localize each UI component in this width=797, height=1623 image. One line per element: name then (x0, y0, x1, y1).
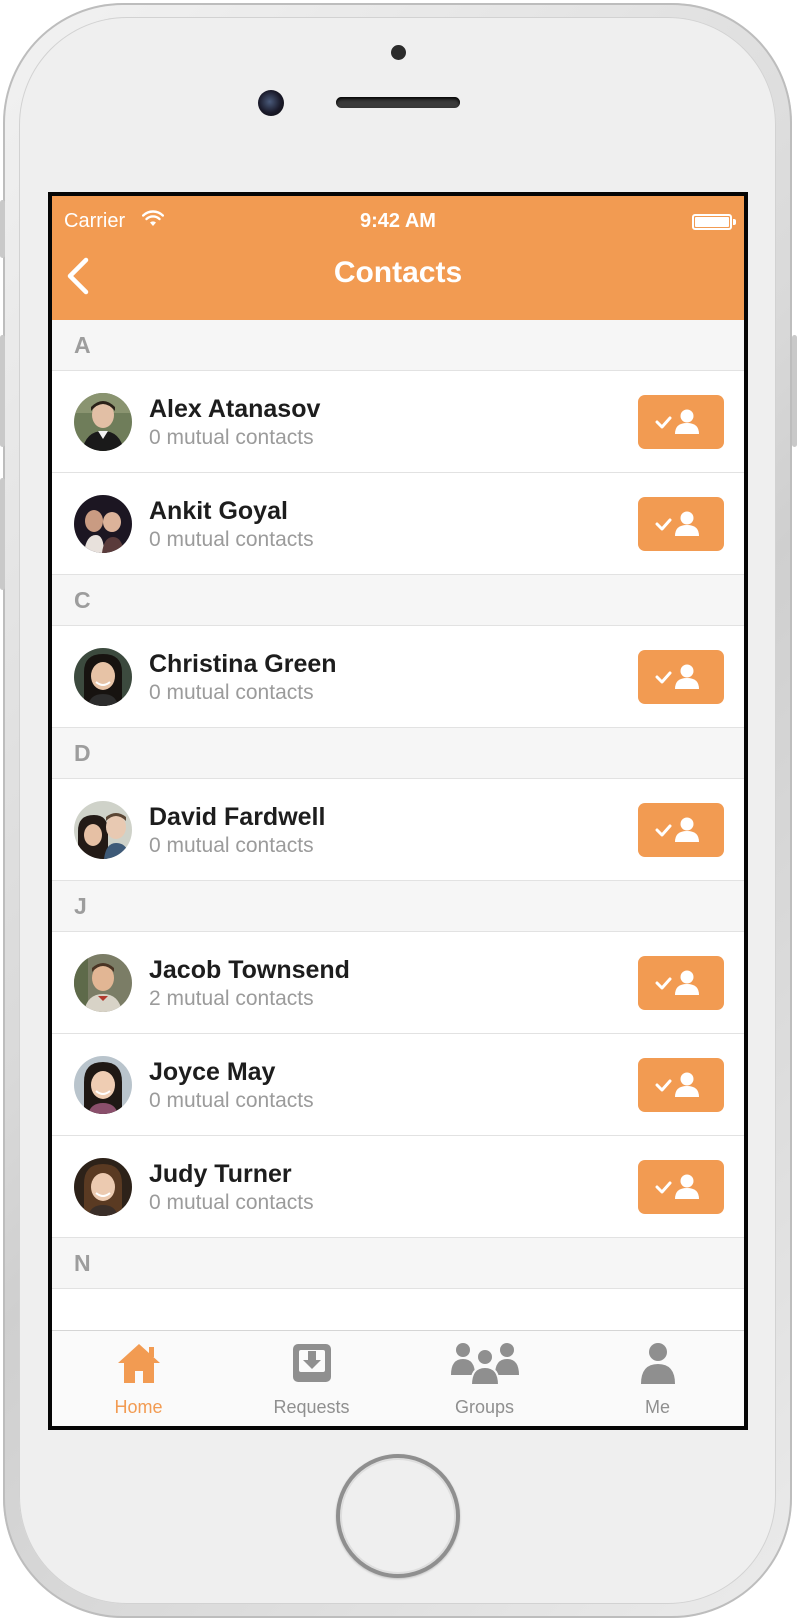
accept-contact-button[interactable] (638, 803, 724, 857)
check-person-icon (655, 664, 699, 689)
mutual-contacts-count: 0 mutual contacts (149, 426, 314, 449)
avatar (74, 954, 132, 1012)
accept-contact-button[interactable] (638, 956, 724, 1010)
tab-label: Home (114, 1397, 163, 1417)
tab-me[interactable]: Me (571, 1331, 744, 1426)
screen: Carrier 9:42 AM Contacts A Alex Atanasov… (48, 192, 748, 1430)
mutual-contacts-count: 0 mutual contacts (149, 681, 314, 704)
mutual-contacts-count: 2 mutual contacts (149, 987, 314, 1010)
mutual-contacts-count: 0 mutual contacts (149, 1089, 314, 1112)
contact-name: Judy Turner (149, 1160, 292, 1188)
contact-row[interactable]: Judy Turner 0 mutual contacts (52, 1136, 744, 1238)
accept-contact-button[interactable] (638, 395, 724, 449)
groups-icon (449, 1341, 521, 1390)
tab-groups[interactable]: Groups (398, 1331, 571, 1426)
navigation-bar: Carrier 9:42 AM Contacts (52, 196, 744, 320)
contacts-list[interactable]: A Alex Atanasov 0 mutual contacts Ankit … (52, 320, 744, 1330)
contact-row[interactable] (52, 1289, 744, 1330)
contact-name: Christina Green (149, 650, 337, 678)
accept-contact-button[interactable] (638, 1058, 724, 1112)
check-person-icon (655, 970, 699, 995)
tab-bar: Home Requests Groups Me (52, 1330, 744, 1426)
status-bar: Carrier 9:42 AM (52, 196, 744, 240)
accept-contact-button[interactable] (638, 1160, 724, 1214)
battery-icon (692, 214, 736, 230)
mutual-contacts-count: 0 mutual contacts (149, 834, 314, 857)
check-person-icon (655, 1174, 699, 1199)
check-person-icon (655, 1072, 699, 1097)
me-icon (638, 1341, 678, 1390)
accept-contact-button[interactable] (638, 497, 724, 551)
contact-row[interactable]: David Fardwell 0 mutual contacts (52, 779, 744, 881)
clock: 9:42 AM (360, 210, 436, 232)
mutual-contacts-count: 0 mutual contacts (149, 528, 314, 551)
page-title: Contacts (333, 256, 463, 289)
contact-name: Jacob Townsend (149, 956, 350, 984)
check-person-icon (655, 409, 699, 434)
section-header-a: A (52, 320, 744, 371)
requests-icon (290, 1341, 334, 1390)
contact-row[interactable]: Ankit Goyal 0 mutual contacts (52, 473, 744, 575)
check-person-icon (655, 511, 699, 536)
power-button (792, 335, 797, 447)
tab-requests[interactable]: Requests (225, 1331, 398, 1426)
volume-down-button (0, 478, 5, 590)
home-button[interactable] (336, 1454, 460, 1578)
section-header-d: D (52, 728, 744, 779)
mutual-contacts-count: 0 mutual contacts (149, 1191, 314, 1214)
check-person-icon (655, 817, 699, 842)
tab-home[interactable]: Home (52, 1331, 225, 1426)
front-camera (258, 90, 284, 116)
avatar (74, 648, 132, 706)
contact-name: Alex Atanasov (149, 395, 321, 423)
accept-contact-button[interactable] (638, 650, 724, 704)
tab-label: Groups (454, 1397, 515, 1417)
contact-name: David Fardwell (149, 803, 326, 831)
contact-row[interactable]: Alex Atanasov 0 mutual contacts (52, 371, 744, 473)
contact-name: Joyce May (149, 1058, 276, 1086)
home-icon (116, 1341, 162, 1390)
section-header-j: J (52, 881, 744, 932)
tab-label: Requests (273, 1397, 350, 1417)
contact-row[interactable]: Christina Green 0 mutual contacts (52, 626, 744, 728)
section-header-c: C (52, 575, 744, 626)
tab-label: Me (644, 1397, 670, 1417)
avatar (74, 1158, 132, 1216)
mute-switch (0, 200, 5, 258)
contact-name: Ankit Goyal (149, 497, 288, 525)
section-header-n: N (52, 1238, 744, 1289)
avatar (74, 801, 132, 859)
contact-row[interactable]: Joyce May 0 mutual contacts (52, 1034, 744, 1136)
avatar (74, 495, 132, 553)
volume-up-button (0, 335, 5, 447)
contact-row[interactable]: Jacob Townsend 2 mutual contacts (52, 932, 744, 1034)
proximity-sensor (391, 45, 406, 60)
earpiece-speaker (336, 97, 460, 108)
avatar (74, 393, 132, 451)
avatar (74, 1056, 132, 1114)
